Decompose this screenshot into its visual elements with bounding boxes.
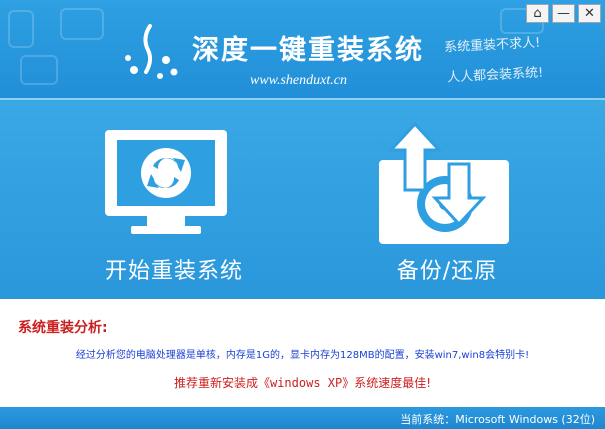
close-icon: ✕ [584, 6, 595, 21]
minimize-icon: — [557, 6, 570, 21]
reinstall-system-button[interactable]: 开始重装系统 [0, 100, 300, 299]
recommendation-text: 推荐重新安装成《windows XP》系统速度最佳! [0, 374, 605, 391]
current-system-status: 当前系统：Microsoft Windows (32位) [400, 413, 595, 426]
logo-icon [125, 24, 178, 79]
doodle-tablet-shape [8, 10, 34, 48]
slogan-line-1: 系统重装不求人! [443, 35, 541, 56]
action-panel: 开始重装系统 备份/还原 [0, 98, 605, 299]
minimize-button[interactable]: — [552, 4, 575, 23]
app-url: www.shenduxt.cn [250, 73, 347, 88]
home-icon: ⌂ [533, 6, 542, 21]
reinstall-label: 开始重装系统 [104, 259, 243, 284]
backup-restore-button[interactable]: 备份/还原 [305, 100, 605, 299]
recommendation-suffix: 系统速度最佳! [354, 376, 432, 390]
recommended-os: 《windows XP》 [257, 376, 355, 390]
header-banner: 深度一键重装系统 www.shenduxt.cn 系统重装不求人! 人人都会装系… [0, 0, 605, 98]
app-title: 深度一键重装系统 [192, 35, 424, 66]
recommendation-prefix: 推荐重新安装成 [173, 376, 258, 390]
analysis-section: 系统重装分析: 经过分析您的电脑处理器是单核，内存是1G的，显卡内存为128MB… [0, 299, 605, 407]
app-window: 深度一键重装系统 www.shenduxt.cn 系统重装不求人! 人人都会装系… [0, 0, 605, 429]
doodle-box-shape [20, 55, 58, 85]
disk-backup-icon [379, 121, 509, 244]
home-button[interactable]: ⌂ [526, 4, 549, 23]
close-button[interactable]: ✕ [578, 4, 601, 23]
status-bar: 当前系统：Microsoft Windows (32位) [0, 407, 605, 429]
backup-label: 备份/还原 [396, 259, 498, 284]
analysis-title: 系统重装分析: [18, 320, 108, 336]
monitor-refresh-icon [105, 130, 227, 234]
doodle-monitor-shape [60, 8, 104, 40]
slogan-line-2: 人人都会装系统! [446, 65, 544, 86]
window-controls: ⌂ — ✕ [526, 4, 601, 23]
analysis-detail: 经过分析您的电脑处理器是单核，内存是1G的，显卡内存为128MB的配置，安装wi… [75, 350, 530, 361]
